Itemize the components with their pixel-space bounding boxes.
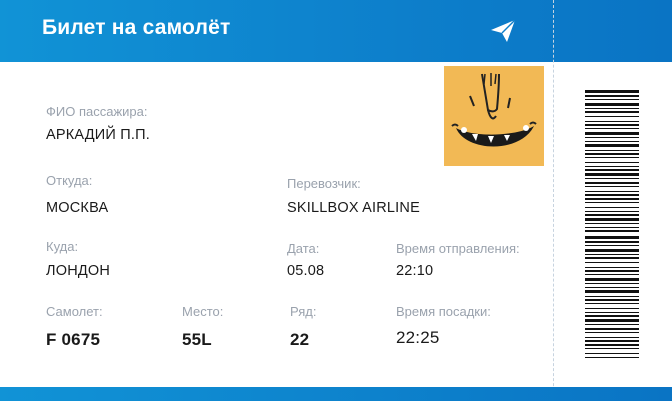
from-label: Откуда: (46, 173, 93, 188)
date-value: 05.08 (287, 263, 325, 279)
boarding-pass: Билет на самолёт ФИО пассажира: АРКАДИЙ … (0, 0, 672, 401)
boarding-time-value: 22:25 (396, 328, 440, 347)
cartoon-face-icon (444, 66, 544, 166)
departure-time-value: 22:10 (396, 263, 434, 279)
date-label: Дата: (287, 241, 320, 256)
row-value: 22 (290, 330, 310, 349)
seat-label: Место: (182, 304, 224, 319)
passenger-label: ФИО пассажира: (46, 104, 148, 119)
to-value: ЛОНДОН (46, 263, 111, 279)
row-label: Ряд: (290, 304, 317, 319)
carrier-label: Перевозчик: (287, 176, 361, 191)
barcode-icon (585, 90, 639, 360)
tear-line-divider (553, 0, 554, 401)
ticket-footer (0, 387, 672, 401)
passenger-value: АРКАДИЙ П.П. (46, 127, 150, 143)
ticket-header: Билет на самолёт (0, 0, 672, 62)
plane-value: F 0675 (46, 330, 101, 349)
boarding-time-label: Время посадки: (396, 304, 491, 319)
ticket-title: Билет на самолёт (42, 16, 231, 39)
to-label: Куда: (46, 239, 79, 254)
seat-value: 55L (182, 330, 212, 349)
plane-label: Самолет: (46, 304, 103, 319)
paper-plane-icon (491, 19, 516, 42)
departure-time-label: Время отправления: (396, 241, 520, 256)
carrier-value: SKILLBOX AIRLINE (287, 200, 420, 216)
from-value: МОСКВА (46, 200, 109, 216)
